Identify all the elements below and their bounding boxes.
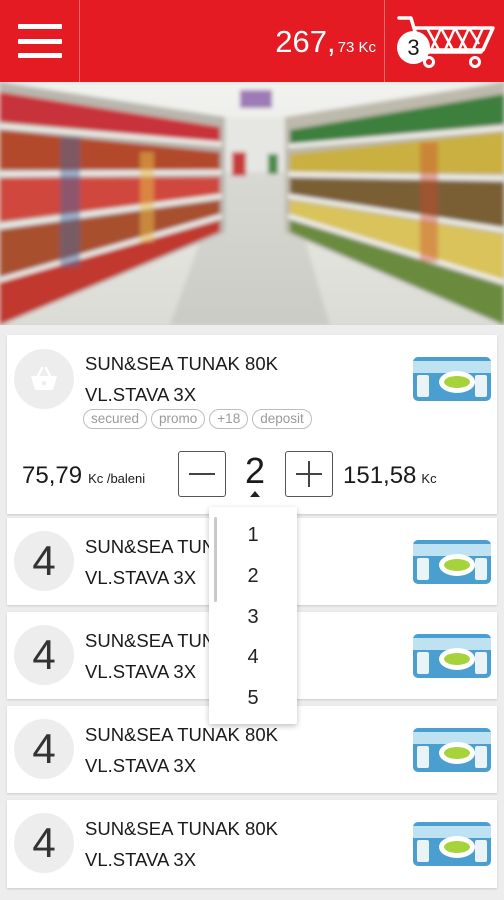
- product-name-line2: VL.STAVA 3X: [85, 849, 197, 870]
- basket-badge: [14, 349, 74, 409]
- line-total-unit: Kc: [421, 471, 437, 486]
- product-name: SUN&SEA TUNAK 80K VL.STAVA 3X: [85, 719, 278, 781]
- line-total-value: 151,58: [343, 462, 417, 489]
- quantity-option-3[interactable]: 3: [209, 606, 297, 629]
- decrease-quantity-button[interactable]: [178, 451, 226, 497]
- quantity-option-4[interactable]: 4: [209, 646, 297, 669]
- tag-promo: promo: [151, 409, 206, 429]
- product-tags: secured promo +18 deposit: [83, 409, 312, 429]
- tag-deposit: deposit: [252, 409, 312, 429]
- unit-price: 75,79 Kc /baleni: [22, 462, 145, 490]
- supermarket-aisle-illustration: [0, 82, 504, 325]
- product-thumbnail: [413, 728, 491, 772]
- quantity-dropdown-caret-icon: [250, 491, 260, 497]
- product-thumbnail: [413, 634, 491, 678]
- tag-secured: secured: [83, 409, 148, 429]
- minus-icon: [189, 473, 215, 475]
- cart-button[interactable]: 3: [385, 0, 504, 82]
- item-quantity-badge: 4: [14, 813, 74, 873]
- hero-supermarket-image: [0, 82, 504, 325]
- product-thumbnail: [413, 822, 491, 866]
- increase-quantity-button[interactable]: [285, 451, 333, 497]
- product-thumbnail: [413, 540, 491, 584]
- app-header: 267, 73 Kc 3: [0, 0, 504, 82]
- product-name-line2: VL.STAVA 3X: [85, 384, 197, 405]
- unit-price-value: 75,79: [22, 462, 83, 489]
- product-thumbnail: [413, 357, 491, 401]
- quantity-value[interactable]: 2: [237, 450, 273, 492]
- product-name-line1: SUN&SEA TUNAK 80K: [85, 818, 278, 839]
- tag-age-restricted: +18: [209, 409, 249, 429]
- product-name: SUN&SEA TUNAK 80K VL.STAVA 3X: [85, 348, 278, 410]
- quantity-dropdown[interactable]: 1 2 3 4 5: [209, 507, 297, 724]
- menu-button[interactable]: [0, 0, 80, 82]
- cart-count-badge: 3: [397, 31, 430, 64]
- plus-icon: [296, 461, 322, 487]
- cart-total-main: 267,: [275, 24, 336, 59]
- quantity-option-5[interactable]: 5: [209, 687, 297, 710]
- quantity-option-1[interactable]: 1: [209, 524, 297, 547]
- line-total: 151,58 Kc: [343, 462, 437, 490]
- cart-total-decimal: 73 Kc: [337, 39, 376, 56]
- basket-icon: [31, 366, 57, 390]
- product-name-line1: SUN&SEA TUNAK 80K: [85, 353, 278, 374]
- cart-total: 267, 73 Kc: [275, 24, 376, 60]
- product-name: SUN&SEA TUNAK 80K VL.STAVA 3X: [85, 813, 278, 875]
- quantity-option-2[interactable]: 2: [209, 565, 297, 588]
- cart-item-expanded[interactable]: SUN&SEA TUNAK 80K VL.STAVA 3X secured pr…: [7, 335, 497, 514]
- unit-price-label: Kc /baleni: [88, 471, 146, 486]
- product-name-line2: VL.STAVA 3X: [85, 755, 197, 776]
- hamburger-menu-icon: [17, 24, 62, 58]
- item-quantity-badge: 4: [14, 719, 74, 779]
- item-quantity-badge: 4: [14, 625, 74, 685]
- item-quantity-badge: 4: [14, 531, 74, 591]
- cart-item[interactable]: 4 SUN&SEA TUNAK 80K VL.STAVA 3X: [7, 800, 497, 888]
